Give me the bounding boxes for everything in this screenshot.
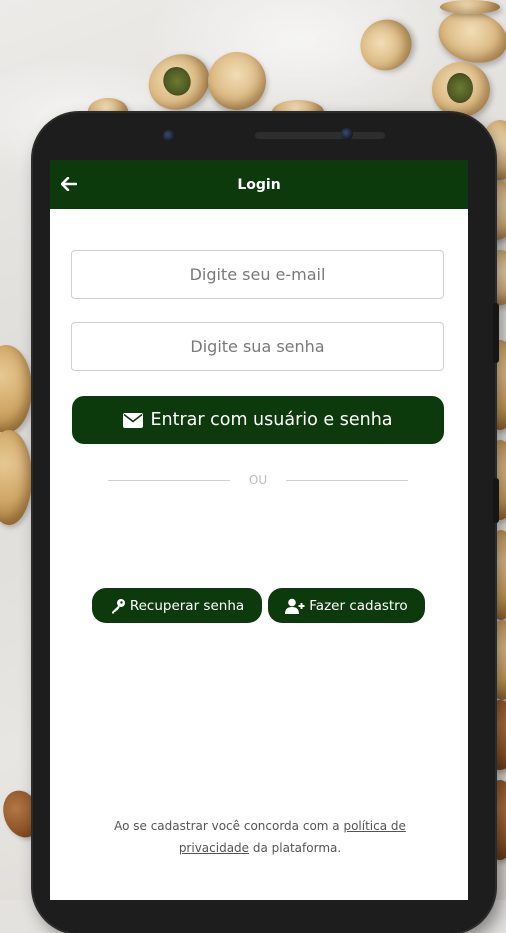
phone-speaker [255,132,385,139]
page-title: Login [237,177,281,193]
app-bar: Login [50,160,468,209]
privacy-notice-suffix: da plataforma. [249,841,342,855]
or-label: OU [248,473,268,487]
phone-side-button [493,303,499,363]
signup-label: Fazer cadastro [309,597,408,614]
phone-sensor-icon [163,130,175,142]
signup-button[interactable]: Fazer cadastro [268,588,425,623]
recover-password-button[interactable]: Recuperar senha [92,588,262,623]
password-field[interactable] [71,322,444,371]
privacy-notice-text: Ao se cadastrar você concorda com a [114,819,344,833]
envelope-icon [123,412,144,428]
login-button[interactable]: Entrar com usuário e senha [72,396,444,444]
email-field[interactable] [71,250,444,299]
login-button-label: Entrar com usuário e senha [150,410,393,430]
privacy-notice: Ao se cadastrar você concorda com a polí… [90,815,430,859]
phone-camera-icon [341,128,353,140]
app-screen: Login Entrar com usuário e senha OU Recu… [50,160,468,900]
key-icon [111,598,125,613]
phone-side-button [493,478,499,523]
recover-password-label: Recuperar senha [129,597,245,614]
or-divider: OU [108,470,408,490]
user-plus-icon [285,598,305,614]
